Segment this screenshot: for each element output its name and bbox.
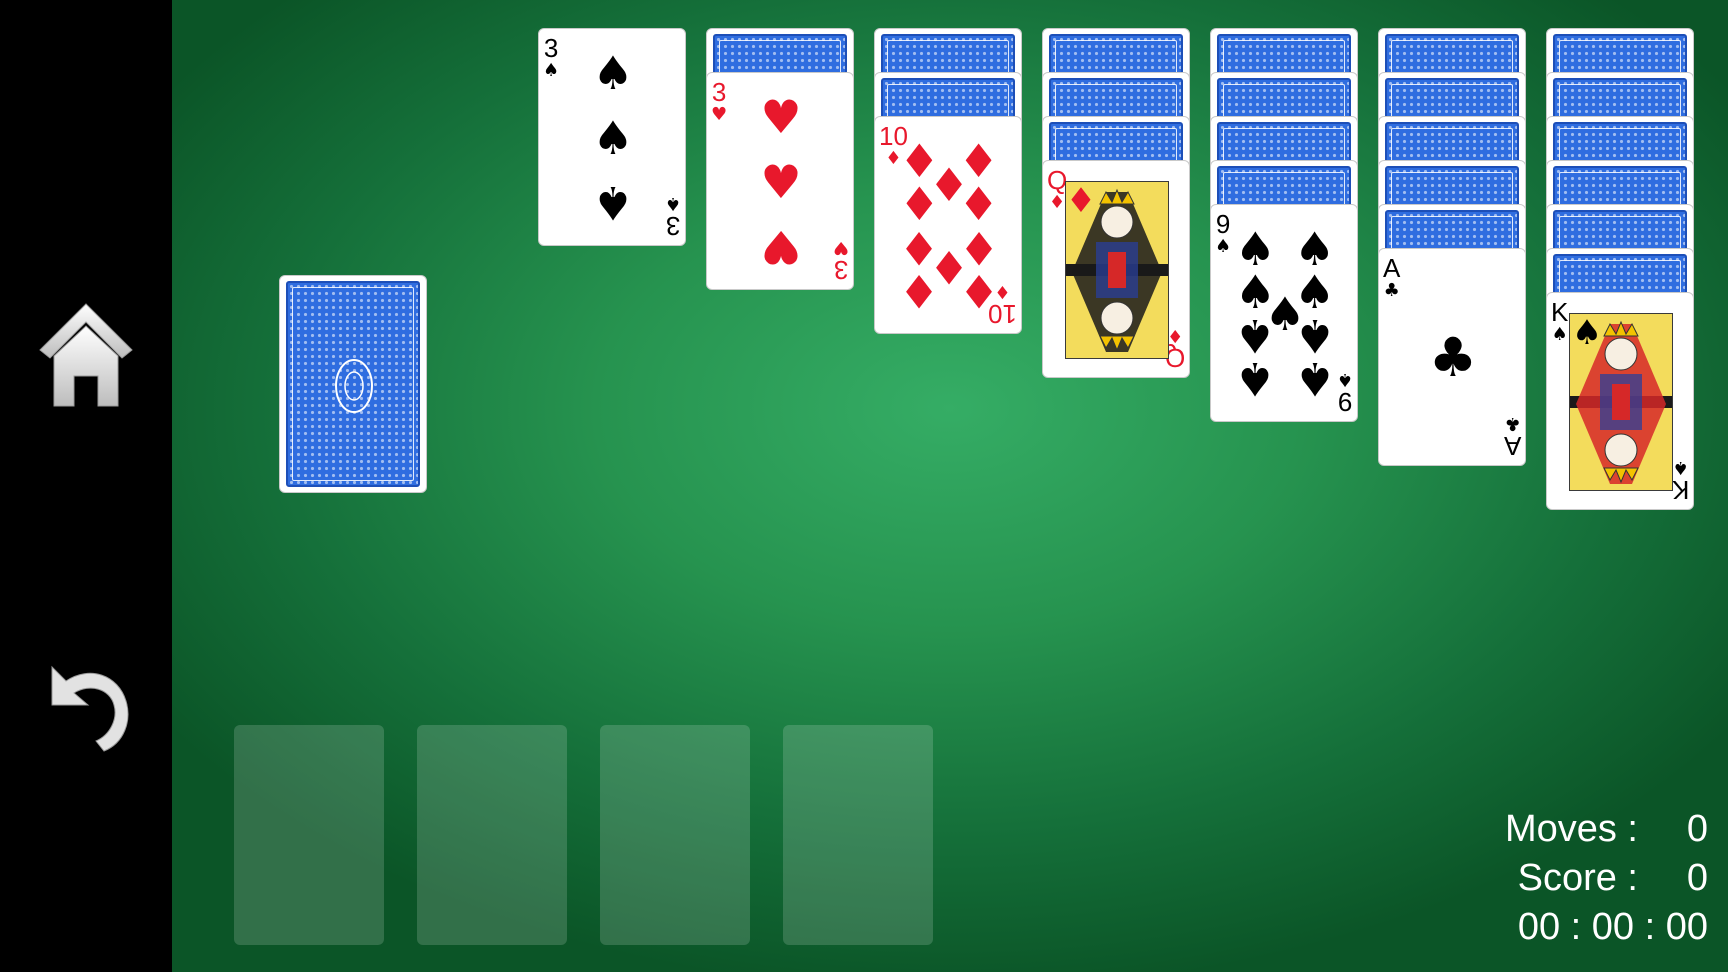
card-suit: ♥	[832, 237, 849, 258]
tableau-top-card[interactable]: 9 ♠ 9 ♠ ♠ ♠ ♠ ♠ ♠ ♠ ♠ ♠ ♠	[1210, 204, 1358, 422]
suit-pip-icon: ♥	[760, 89, 802, 144]
tableau-top-card[interactable]: 3 ♥ 3 ♥ ♥ ♥ ♥	[706, 72, 854, 290]
undo-icon	[51, 665, 129, 752]
stock-pile[interactable]	[279, 275, 427, 493]
suit-pip-icon: ♠	[592, 176, 634, 231]
card-rank: A	[1383, 253, 1401, 283]
card-suit: ♠	[1672, 457, 1689, 478]
suit-pip-icon: ♦	[1065, 181, 1097, 221]
suit-pip-icon: ♥	[760, 155, 802, 209]
card-suit: ♠	[1551, 324, 1568, 345]
suit-pip-icon: ♥	[760, 220, 802, 275]
game-table: 3 ♠ 3 ♠ ♠ ♠ ♠ 3 ♥ 3 ♥ ♥ ♥ ♥ 10 ♦ 10 ♦ ♦ ♦ ♦ ♦ ♦ ♦ ♦ ♦ ♦ ♦ Q ♦ Q ♦ ♦ 9 ♠ 9 ♠ ♠…	[172, 0, 1728, 972]
card-corner-index: 9 ♠	[1215, 211, 1231, 256]
stats-panel: Moves : 0 Score : 0 00 : 00 : 00	[1418, 805, 1708, 952]
sidebar	[0, 0, 172, 972]
suit-pip-icon: ♦	[957, 264, 1000, 319]
suit-pip-icon: ♠	[1571, 313, 1603, 353]
card-rank: 9	[1337, 387, 1353, 417]
card-suit: ♣	[1383, 280, 1400, 301]
tableau-top-card[interactable]: A ♣ A ♣ ♣	[1378, 248, 1526, 466]
card-suit: ♠	[1336, 369, 1353, 390]
card-rank: K	[1671, 475, 1689, 505]
card-rank: 3	[833, 255, 849, 285]
card-corner-index: A ♣	[1383, 255, 1400, 300]
moves-label: Moves :	[1504, 808, 1638, 850]
home-icon	[39, 303, 133, 407]
card-rank: 3	[665, 211, 681, 241]
score-value: 0	[1686, 857, 1708, 899]
card-back-emblem-icon	[335, 359, 373, 413]
timer: 00 : 00 : 00	[1517, 906, 1708, 948]
card-rank: 3	[543, 33, 559, 63]
card-corner-index: 9 ♠	[1336, 369, 1353, 417]
suit-pip-icon: ♣	[1428, 326, 1478, 389]
tableau-top-card[interactable]: Q ♦ Q ♦ ♦	[1042, 160, 1190, 378]
card-suit: ♠	[543, 60, 560, 81]
card-suit: ♣	[1504, 413, 1521, 434]
tableau-top-card[interactable]: 3 ♠ 3 ♠ ♠ ♠ ♠	[538, 28, 686, 246]
card-rank: 9	[1215, 209, 1231, 239]
foundation-slot[interactable]	[783, 725, 933, 945]
card-corner-index: 3 ♠	[664, 193, 681, 241]
card-rank: K	[1551, 297, 1569, 327]
card-suit: ♥	[711, 104, 728, 125]
moves-value: 0	[1686, 808, 1708, 850]
card-corner-index: A ♣	[1503, 413, 1521, 461]
card-rank: 3	[711, 77, 727, 107]
card-rank: A	[1503, 431, 1521, 461]
tableau-top-card[interactable]: 10 ♦ 10 ♦ ♦ ♦ ♦ ♦ ♦ ♦ ♦ ♦ ♦ ♦	[874, 116, 1022, 334]
foundation-slot[interactable]	[600, 725, 750, 945]
undo-button[interactable]	[30, 640, 142, 770]
foundation-slot[interactable]	[417, 725, 567, 945]
card-corner-index: 3 ♥	[832, 237, 849, 285]
card-suit: ♠	[664, 193, 681, 214]
score-label: Score :	[1517, 857, 1638, 899]
suit-pip-icon: ♠	[592, 111, 634, 165]
foundation-slot[interactable]	[234, 725, 384, 945]
card-corner-index: K ♠	[1671, 457, 1689, 505]
tableau-top-card[interactable]: K ♠ K ♠ ♠	[1546, 292, 1694, 510]
suit-pip-icon: ♦	[898, 264, 941, 319]
suit-pip-icon: ♠	[592, 45, 634, 100]
card-corner-index: 3 ♠	[543, 35, 559, 80]
home-button[interactable]	[30, 292, 142, 422]
card-corner-index: 3 ♥	[711, 79, 727, 124]
suit-pip-icon: ♠	[1234, 352, 1277, 407]
suit-pip-icon: ♠	[1293, 352, 1336, 407]
card-corner-index: K ♠	[1551, 299, 1568, 344]
card-suit: ♠	[1215, 236, 1232, 257]
